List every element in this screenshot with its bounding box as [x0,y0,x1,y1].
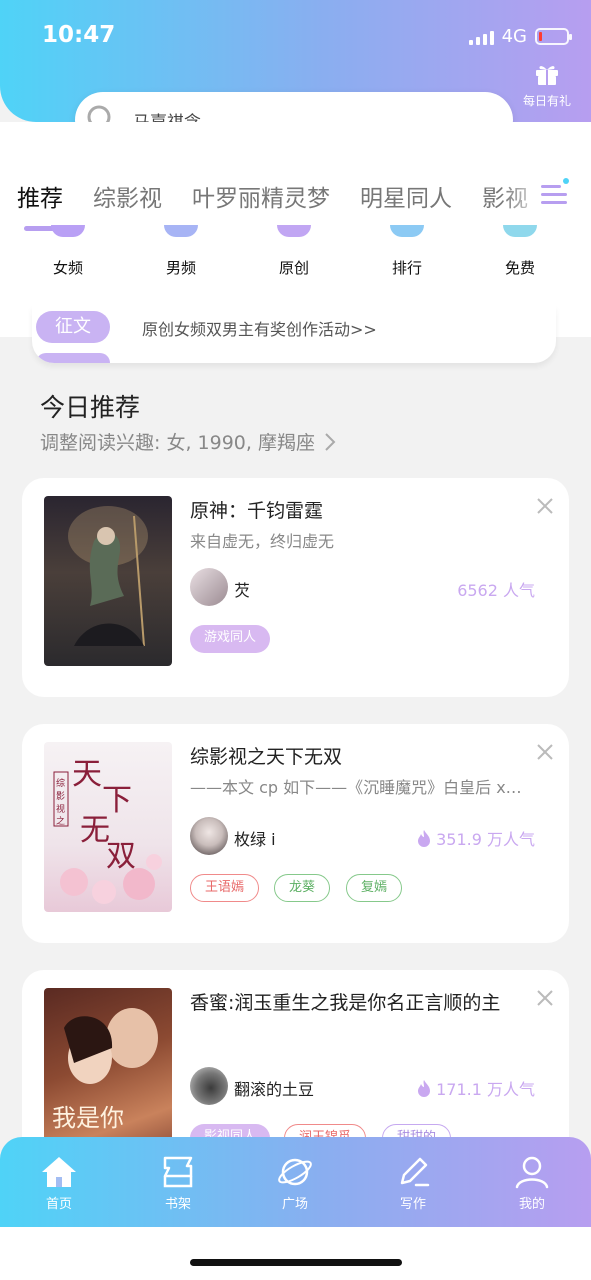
category-female-icon [51,225,85,237]
gift-icon [536,66,558,85]
home-indicator[interactable] [190,1259,402,1266]
chevron-right-icon [325,432,336,451]
tag-chip[interactable]: 复嫣 [346,874,403,902]
close-icon[interactable] [535,742,555,762]
home-icon [42,1157,76,1187]
promo-tag: 征文 [36,311,110,343]
nav-profile[interactable]: 我的 [492,1155,572,1212]
nav-square[interactable]: 广场 [255,1155,335,1212]
nav-square-label: 广场 [281,1197,308,1212]
nav-write[interactable]: 写作 [373,1155,453,1212]
popularity-value: 6562 人气 [457,581,535,600]
author-name[interactable]: 枚绿 i [234,826,276,850]
category-male-icon [164,225,198,237]
status-time: 10:47 [42,22,116,48]
tab-recommend[interactable]: 推荐 [17,179,63,213]
book-card[interactable]: 原神：千钧雷霆 来自虚无，终归虚无 芡 6562 人气 游戏同人 [22,478,569,697]
flame-icon [418,829,431,847]
category-ranking[interactable]: 排行 [372,225,442,278]
category-ranking-label: 排行 [391,259,422,277]
svg-text:双: 双 [106,839,136,874]
menu-icon[interactable] [539,176,571,208]
nav-home[interactable]: 首页 [19,1155,99,1212]
section-title: 今日推荐 [40,393,141,422]
bottom-navigation: 首页 书架 广场 写作 我的 [0,1137,591,1227]
book-description: ——本文 cp 如下——《沉睡魔咒》白皇后 x… [190,778,522,797]
book-cover: 天 下 无 双 综 影 视 之 [44,742,172,912]
flame-icon [418,1079,431,1097]
status-indicators: 4G [468,26,572,47]
home-indicator-area [0,1227,591,1280]
bookshelf-icon [163,1156,193,1188]
gift-label: 每日有礼 [522,94,571,108]
category-free-label: 免费 [504,259,535,277]
signal-icon [468,29,494,45]
svg-text:天: 天 [72,757,102,792]
reading-interest-link[interactable]: 调整阅读兴趣: 女, 1990, 摩羯座 [40,428,337,455]
popularity: 171.1 万人气 [416,1076,535,1100]
daily-gift-button[interactable]: 每日有礼 [519,62,575,109]
popularity-value: 171.1 万人气 [436,1080,535,1099]
avatar[interactable] [190,568,228,606]
book-title: 原神：千钧雷霆 [190,500,324,522]
svg-text:综: 综 [56,777,65,789]
tab-yeluoli[interactable]: 叶罗丽精灵梦 [192,179,330,213]
svg-text:之: 之 [56,815,65,827]
category-original-label: 原创 [278,259,309,277]
close-icon[interactable] [535,988,555,1008]
category-original-icon [277,225,311,237]
category-free[interactable]: 免费 [485,225,555,278]
nav-home-label: 首页 [45,1197,72,1212]
nav-bookshelf-label: 书架 [164,1197,191,1212]
promo-banner[interactable]: 征文 原创女频双男主有奖创作活动>> [32,305,556,363]
tag-chip[interactable]: 王语嫣 [190,874,260,902]
user-icon [515,1156,549,1189]
author-name[interactable]: 芡 [234,577,250,601]
tag-chip[interactable]: 游戏同人 [190,625,271,653]
network-label: 4G [501,26,527,47]
category-female[interactable]: 女频 [33,225,103,278]
popularity-value: 351.9 万人气 [436,830,535,849]
svg-text:视: 视 [56,803,65,815]
promo-text: 原创女频双男主有奖创作活动>> [142,320,377,339]
nav-bookshelf[interactable]: 书架 [138,1155,218,1212]
category-original[interactable]: 原创 [259,225,329,278]
svg-text:我是你: 我是你 [52,1104,124,1132]
avatar[interactable] [190,817,228,855]
svg-text:影: 影 [56,791,65,802]
tab-celebrity[interactable]: 明星同人 [360,179,452,213]
book-cover [44,496,172,666]
nav-profile-label: 我的 [518,1197,545,1212]
category-male[interactable]: 男频 [146,225,216,278]
nav-write-label: 写作 [399,1197,426,1212]
category-shortcuts: 女频 男频 原创 排行 免费 [0,225,591,285]
book-description: 来自虚无，终归虚无 [190,532,335,551]
tag-chip[interactable]: 龙葵 [274,874,331,902]
popularity: 6562 人气 [457,577,535,601]
popularity: 351.9 万人气 [416,826,535,850]
close-icon[interactable] [535,496,555,516]
category-male-label: 男频 [165,259,196,277]
book-title: 综影视之天下无双 [190,746,343,768]
tab-film-tv[interactable]: 综影视 [93,179,162,213]
category-free-icon [503,225,537,237]
category-female-label: 女频 [52,259,83,277]
reading-interest-text: 调整阅读兴趣: 女, 1990, 摩羯座 [40,432,315,454]
category-ranking-icon [390,225,424,237]
promo-tag-next [36,353,110,363]
planet-icon [278,1158,312,1186]
battery-icon [535,28,572,45]
author-name[interactable]: 翻滚的土豆 [234,1076,314,1100]
book-card[interactable]: 天 下 无 双 综 影 视 之 综影视之天下无双 ——本文 cp 如下——《沉睡… [22,724,569,943]
avatar[interactable] [190,1067,228,1105]
book-title: 香蜜:润玉重生之我是你名正言顺的主 [190,992,501,1014]
pen-icon [400,1157,430,1187]
